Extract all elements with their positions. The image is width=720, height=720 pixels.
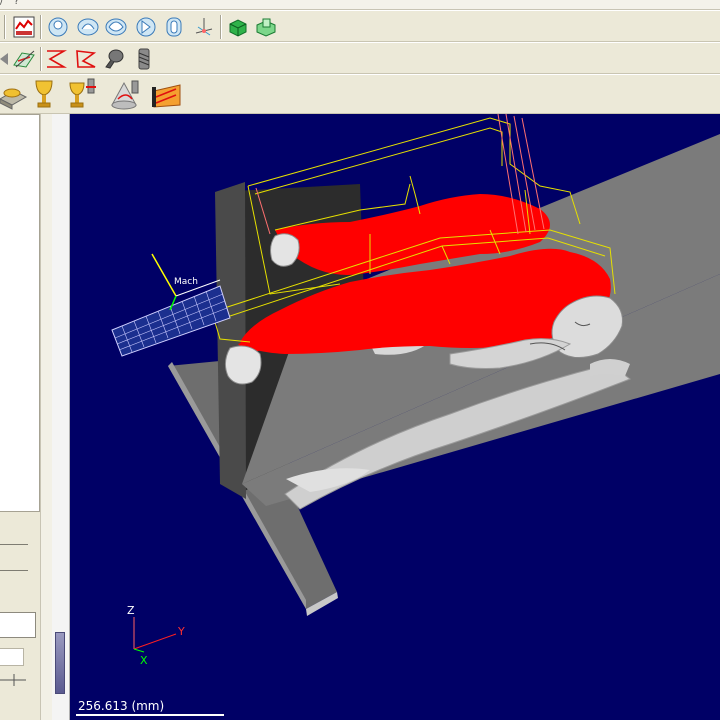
machining-toolbar [0,74,720,114]
trophy-tool-icon[interactable] [64,77,100,111]
view-top-icon[interactable] [104,15,128,39]
divider [0,570,28,571]
axis-triad: Z Y X [127,604,185,667]
parameter-field[interactable] [0,612,36,638]
vertical-ruler [52,114,70,720]
scale-bar [76,714,224,716]
scale-readout: 256.613 (mm) [78,699,165,713]
zigzag-icon[interactable] [44,47,68,71]
toolpath-edit-icon[interactable] [0,47,10,71]
toolbar-separator [40,15,42,39]
view-left-icon[interactable] [76,15,100,39]
axis-y-label: Y [177,625,185,638]
view-right-icon[interactable] [134,15,158,39]
menu-item-help[interactable]: ? [14,0,19,7]
view-back-icon[interactable] [162,15,186,39]
view-front-icon[interactable] [46,15,70,39]
divider [0,544,28,545]
drill-icon[interactable] [132,47,156,71]
plane-label: Mach [174,277,198,287]
menu-bar: / ? [0,0,720,10]
axis-z-label: Z [127,604,135,617]
axis-x-label: X [140,654,148,667]
application-window: / ? Mach Z Y X 256.613 (mm) [0,0,720,720]
trophy-icon[interactable] [30,77,58,111]
cone-icon[interactable] [108,77,144,111]
scene-graphics: Mach Z Y X [111,114,720,667]
region-icon[interactable] [150,77,186,111]
toolbar-separator [220,15,222,39]
slider-handle[interactable] [0,674,30,686]
tool-icon[interactable] [102,47,126,71]
operation-tree[interactable] [0,114,40,512]
machine-plane-indicator: Mach [111,253,231,357]
menu-item-slash[interactable]: / [0,0,3,7]
left-panel [0,114,52,720]
surface-icon[interactable] [0,79,28,111]
3d-viewport[interactable]: Mach Z Y X 256.613 (mm) [70,114,720,720]
toolpath-toolbar [0,42,720,74]
toolbar-separator [4,15,6,39]
toolbar-separator [40,47,42,71]
view-toolbar [0,10,720,42]
panel-scrollbar[interactable] [40,114,52,720]
report-icon[interactable] [12,15,36,39]
depth-gauge [55,632,65,694]
view-axis-icon[interactable] [192,15,216,39]
part-icon[interactable] [254,15,278,39]
polyline-icon[interactable] [74,47,98,71]
stock-icon[interactable] [226,15,250,39]
parameter-value[interactable] [0,648,24,666]
toolpath-edit-icon[interactable] [12,47,38,71]
